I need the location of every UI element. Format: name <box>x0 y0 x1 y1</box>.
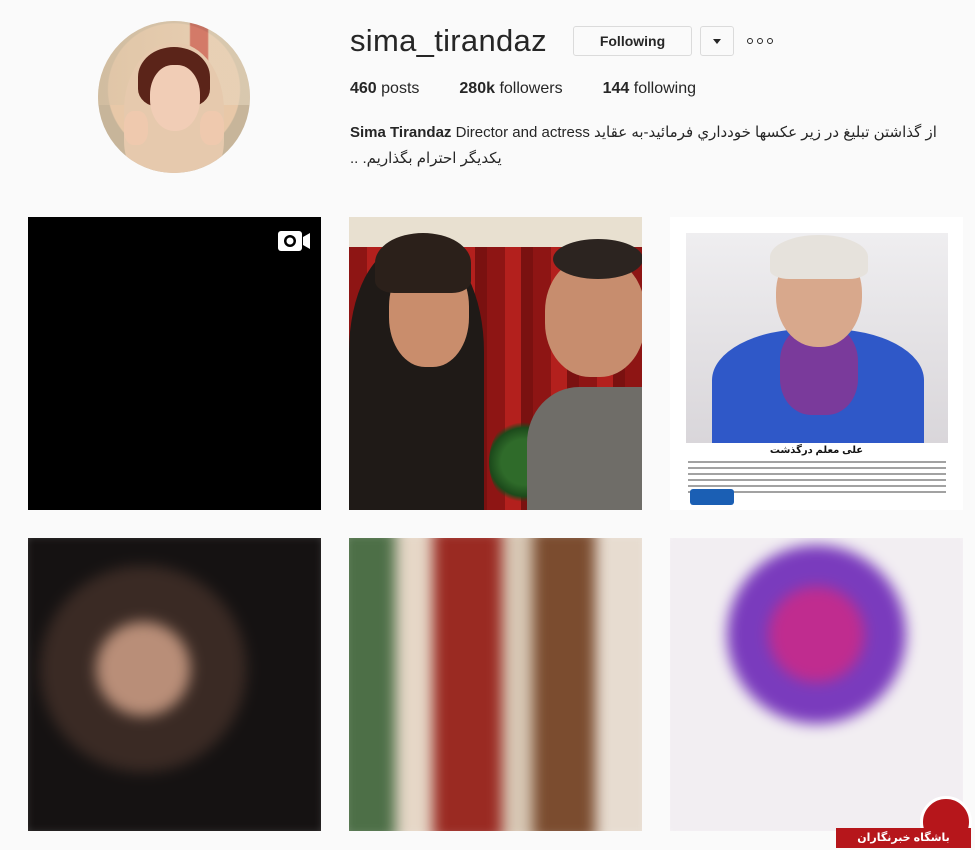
followers-stat[interactable]: 280k followers <box>459 80 562 98</box>
bio-text: Director and actress از گذاشتن تبليغ در … <box>451 124 937 141</box>
scene-man-right-hair <box>553 239 642 279</box>
scene-man-right <box>527 387 642 510</box>
avatar-face <box>150 65 200 131</box>
suggestions-dropdown-button[interactable] <box>700 26 734 56</box>
following-stat[interactable]: 144 following <box>603 80 696 98</box>
profile-avatar[interactable] <box>98 21 250 173</box>
bio-line-2: يكديگر احترام بگذاريم. .. <box>350 150 502 167</box>
avatar-hand-right <box>200 111 224 145</box>
posts-label: posts <box>381 80 420 97</box>
following-button[interactable]: Following <box>573 26 692 56</box>
scene-man-left-hair <box>375 233 471 293</box>
bio-full-name: Sima Tirandaz <box>350 124 452 141</box>
video-camera-icon <box>278 231 310 251</box>
followers-label: followers <box>499 80 563 97</box>
post-tile-blurred-3[interactable] <box>670 538 963 831</box>
poster-hair <box>770 235 868 279</box>
more-dot-icon <box>767 38 773 44</box>
profile-stats: 460 posts 280k followers 144 following <box>350 80 736 98</box>
following-label: following <box>633 80 697 97</box>
post-tile-blurred-2[interactable] <box>349 538 642 831</box>
options-more-button[interactable] <box>747 34 777 48</box>
following-count: 144 <box>602 80 630 97</box>
profile-bio: Sima Tirandaz Director and actress از گذ… <box>350 120 950 172</box>
avatar-hand-left <box>124 111 148 145</box>
blurred-image <box>28 538 321 831</box>
watermark-label: باشگاه خبرنگاران <box>836 828 971 848</box>
post-tile-blurred-1[interactable] <box>28 538 321 831</box>
bio-line-1: Sima Tirandaz Director and actress از گذ… <box>350 120 950 146</box>
poster-title: علی معلم درگذشت <box>769 445 864 456</box>
chevron-down-icon <box>713 38 721 44</box>
post-tile-news-poster[interactable]: علی معلم درگذشت <box>670 217 963 510</box>
followers-count: 280k <box>459 80 495 97</box>
posts-stat: 460 posts <box>350 80 419 98</box>
more-dot-icon <box>747 38 753 44</box>
more-dot-icon <box>757 38 763 44</box>
blurred-image <box>670 538 963 831</box>
profile-username: sima_tirandaz <box>350 23 547 58</box>
poster-logo <box>690 489 734 505</box>
blurred-image <box>349 538 642 831</box>
post-tile-drama-scene[interactable] <box>349 217 642 510</box>
posts-count: 460 <box>350 80 377 97</box>
post-tile-video[interactable] <box>28 217 321 510</box>
